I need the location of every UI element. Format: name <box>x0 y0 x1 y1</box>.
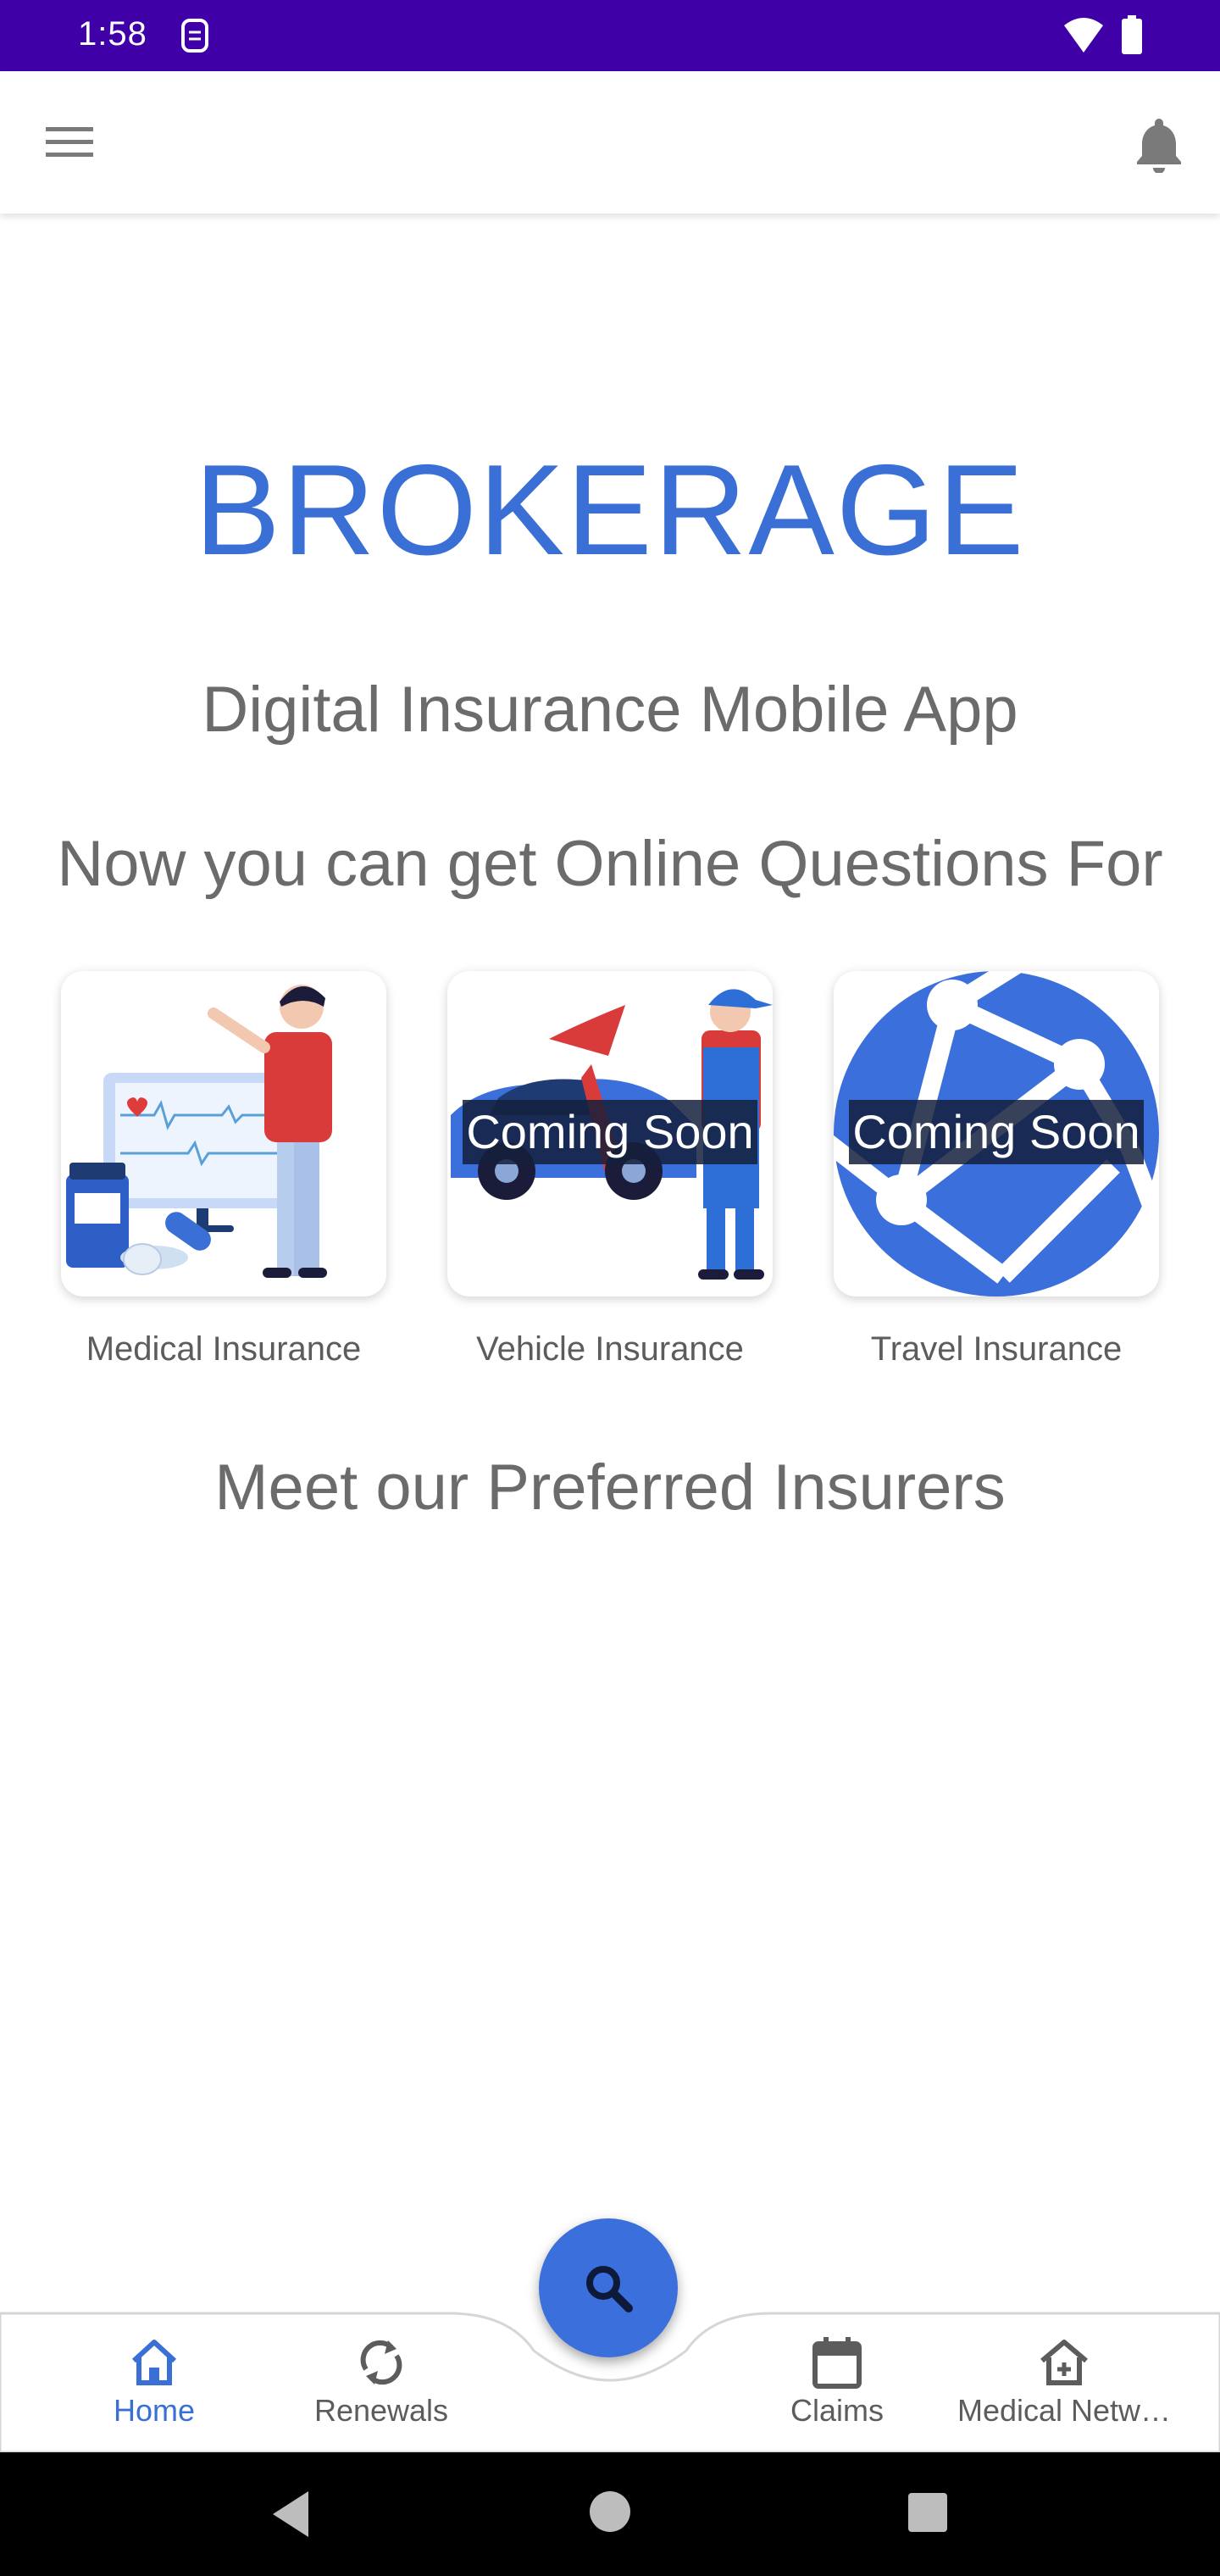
search-icon <box>586 2266 633 2312</box>
system-nav-bar <box>0 2452 1220 2576</box>
preferred-insurers-title: Meet our Preferred Insurers <box>214 1452 1006 1524</box>
calendar-icon <box>812 2337 862 2389</box>
brand-title: BROKERAGE <box>194 438 1026 582</box>
nav-medical-network-label: Medical Netw… <box>957 2393 1172 2428</box>
medical-illustration <box>66 985 332 1278</box>
nav-medical-network[interactable]: Medical Netw… <box>954 2335 1174 2446</box>
refresh-icon <box>360 2340 402 2385</box>
status-bar: 1:58 <box>0 0 1220 71</box>
vehicle-insurance-label: Vehicle Insurance <box>476 1330 744 1368</box>
app-bar <box>0 71 1220 214</box>
coming-soon-overlay: Coming Soon <box>463 1100 757 1164</box>
sim-icon <box>181 19 208 53</box>
travel-insurance-label: Travel Insurance <box>870 1330 1123 1368</box>
medical-insurance-card[interactable] <box>61 971 386 1296</box>
travel-insurance-card[interactable]: Coming Soon <box>834 971 1159 1296</box>
nav-claims[interactable]: Claims <box>727 2335 947 2446</box>
home-icon <box>131 2340 177 2385</box>
vehicle-insurance-card[interactable]: Coming Soon <box>447 971 773 1296</box>
recent-apps-icon[interactable] <box>908 2493 947 2532</box>
back-icon[interactable] <box>268 2488 315 2540</box>
coming-soon-overlay: Coming Soon <box>849 1100 1144 1164</box>
wifi-icon <box>1064 18 1103 53</box>
nav-home[interactable]: Home <box>44 2335 264 2446</box>
notification-bell-icon[interactable] <box>1132 115 1186 173</box>
nav-renewals[interactable]: Renewals <box>271 2335 491 2446</box>
app-subtitle: Digital Insurance Mobile App <box>202 674 1018 746</box>
status-time: 1:58 <box>78 15 147 53</box>
medical-insurance-label: Medical Insurance <box>86 1330 362 1368</box>
nav-claims-label: Claims <box>790 2393 884 2428</box>
battery-icon <box>1122 15 1142 54</box>
search-fab-button[interactable] <box>539 2218 678 2357</box>
intro-text: Now you can get Online Questions For <box>57 828 1163 900</box>
nav-home-label: Home <box>113 2393 196 2428</box>
medical-home-icon <box>1040 2340 1088 2385</box>
nav-renewals-label: Renewals <box>313 2393 449 2428</box>
home-circle-icon[interactable] <box>590 2491 630 2532</box>
menu-icon[interactable] <box>42 124 98 161</box>
